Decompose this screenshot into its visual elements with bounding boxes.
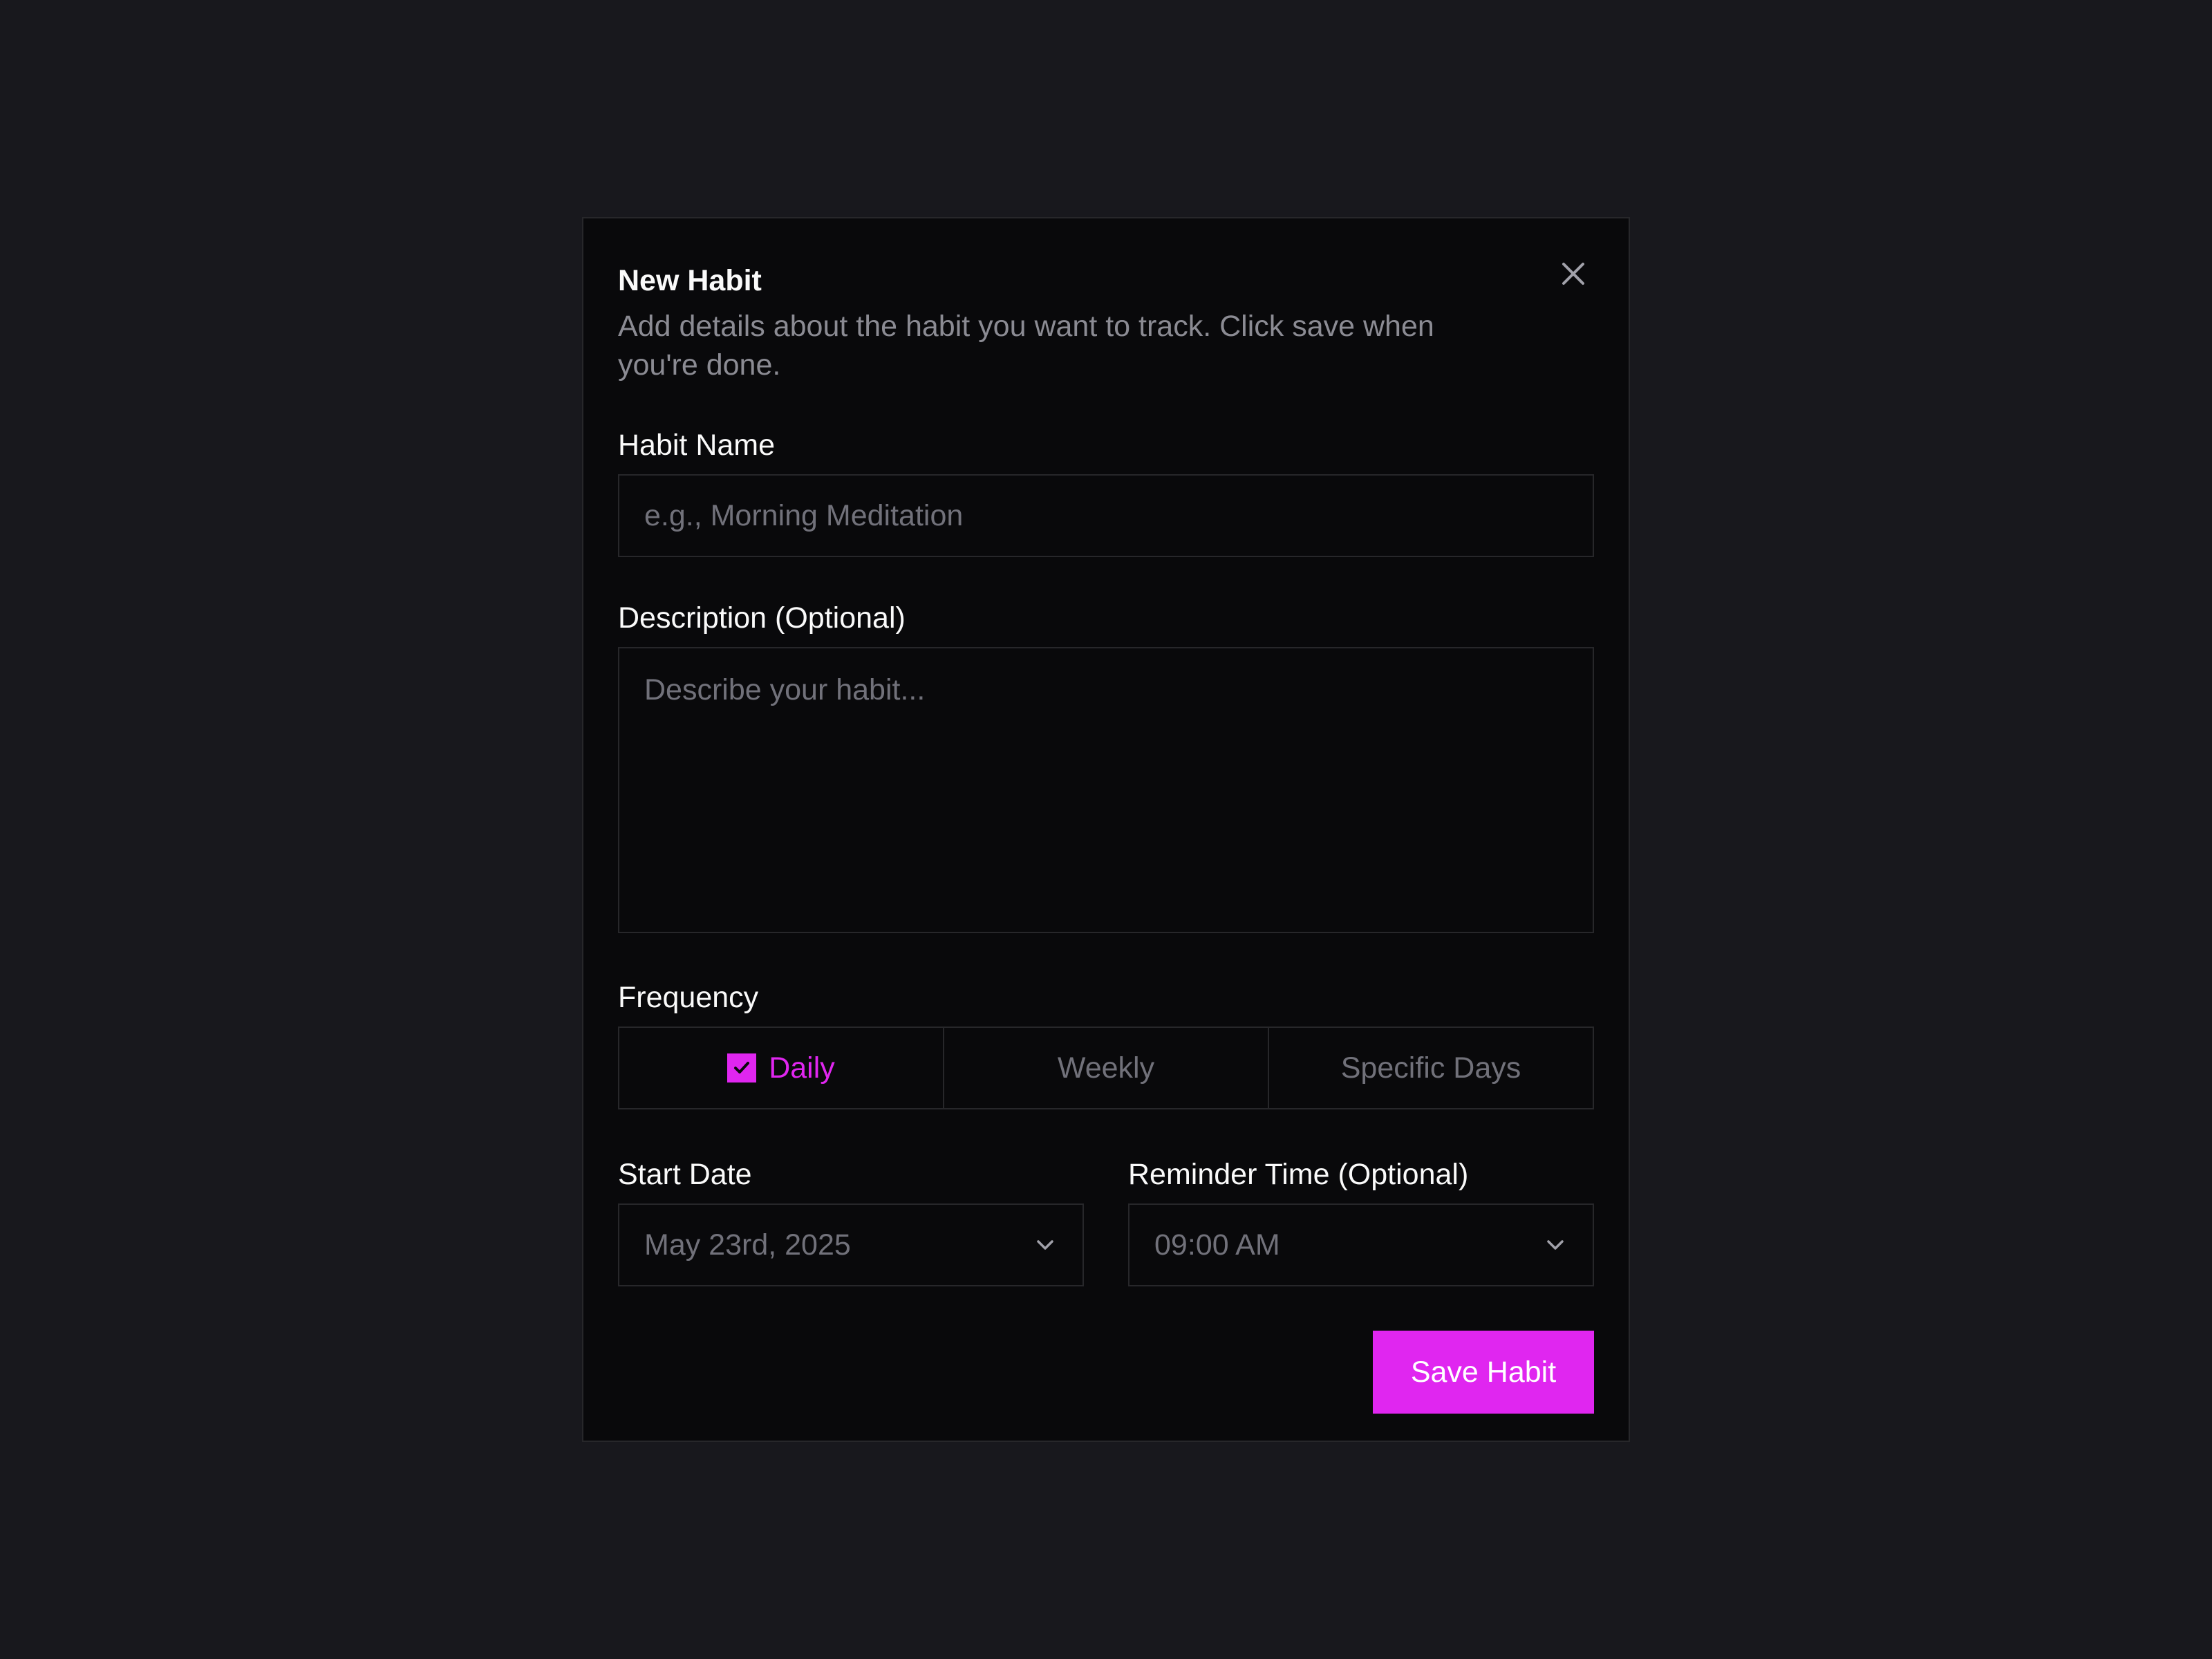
checkbox-checked-icon: [727, 1053, 757, 1082]
reminder-time-picker[interactable]: 09:00 AM: [1128, 1203, 1594, 1286]
chevron-down-icon: [1547, 1240, 1564, 1250]
frequency-option-label: Weekly: [1057, 1051, 1155, 1085]
frequency-group: Frequency Daily Weekly Specific Days: [618, 978, 1594, 1109]
frequency-option-label: Specific Days: [1340, 1051, 1521, 1085]
frequency-option-daily[interactable]: Daily: [619, 1028, 944, 1108]
close-button[interactable]: [1554, 254, 1593, 293]
reminder-time-value: 09:00 AM: [1154, 1228, 1280, 1262]
save-habit-button[interactable]: Save Habit: [1373, 1331, 1594, 1414]
start-date-group: Start Date May 23rd, 2025: [618, 1155, 1084, 1286]
frequency-option-weekly[interactable]: Weekly: [944, 1028, 1269, 1108]
close-icon: [1562, 263, 1584, 285]
frequency-option-specific-days[interactable]: Specific Days: [1269, 1028, 1593, 1108]
frequency-label: Frequency: [618, 981, 759, 1014]
frequency-option-label: Daily: [769, 1051, 835, 1085]
start-date-value: May 23rd, 2025: [644, 1228, 851, 1262]
frequency-segmented-control: Daily Weekly Specific Days: [618, 1027, 1594, 1109]
dialog-footer: Save Habit: [618, 1331, 1594, 1414]
start-date-label: Start Date: [618, 1158, 752, 1191]
reminder-time-label: Reminder Time (Optional): [1128, 1158, 1469, 1191]
start-date-picker[interactable]: May 23rd, 2025: [618, 1203, 1084, 1286]
dialog-description: Add details about the habit you want to …: [618, 310, 1434, 382]
chevron-down-icon: [1037, 1240, 1053, 1250]
habit-name-label: Habit Name: [618, 429, 776, 462]
reminder-time-group: Reminder Time (Optional) 09:00 AM: [1128, 1155, 1594, 1286]
date-time-row: Start Date May 23rd, 2025 Reminder Time …: [618, 1155, 1594, 1286]
habit-name-input[interactable]: [618, 474, 1594, 557]
dialog-title: New Habit: [618, 264, 762, 297]
new-habit-dialog: New Habit Add details about the habit yo…: [582, 217, 1630, 1442]
habit-name-group: Habit Name: [618, 426, 1594, 557]
description-textarea[interactable]: [618, 647, 1594, 933]
description-group: Description (Optional): [618, 599, 1594, 937]
description-label: Description (Optional): [618, 601, 906, 635]
